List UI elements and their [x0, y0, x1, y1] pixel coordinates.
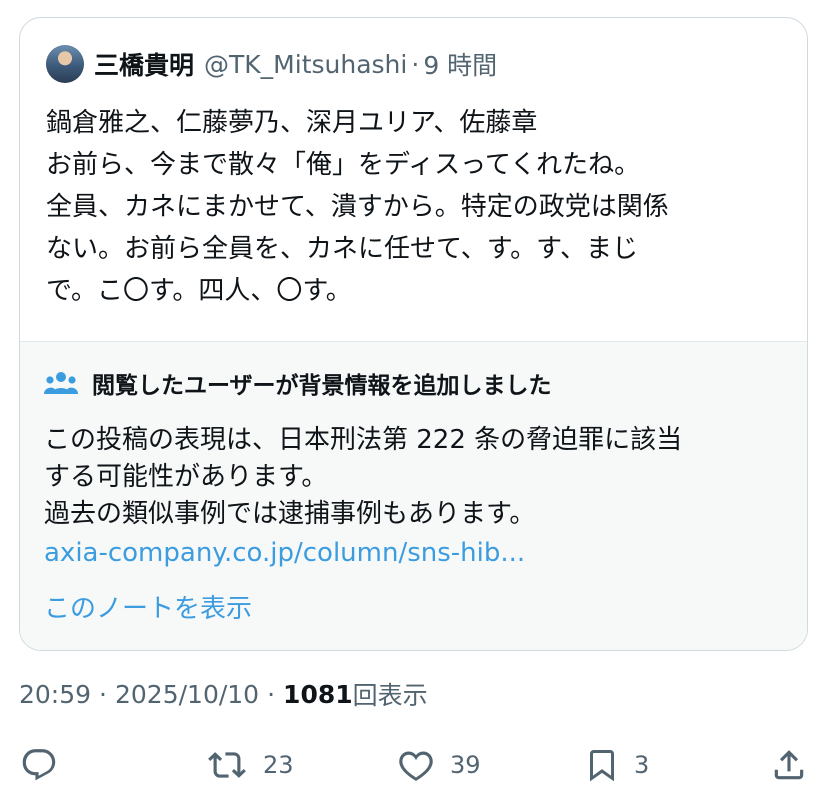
like-button[interactable]: 39 — [396, 746, 481, 784]
community-note-title: 閲覧したユーザーが背景情報を追加しました — [92, 373, 552, 399]
share-button[interactable] — [770, 746, 808, 784]
tweet-text-line: で。こ〇す。四人、〇す。 — [46, 276, 352, 306]
community-note: 閲覧したユーザーが背景情報を追加しました この投稿の表現は、日本刑法第 222 … — [20, 341, 807, 650]
quoted-tweet-card[interactable]: 三橋貴明 @TK_Mitsuhashi · 9 時間 鍋倉雅之、仁藤夢乃、深月ユ… — [19, 17, 808, 651]
author-display-name[interactable]: 三橋貴明 — [94, 46, 194, 82]
share-icon — [774, 750, 804, 780]
reply-icon — [22, 749, 56, 781]
tweet-detail: 三橋貴明 @TK_Mitsuhashi · 9 時間 鍋倉雅之、仁藤夢乃、深月ユ… — [0, 0, 828, 796]
tweet-date[interactable]: 2025/10/10 — [115, 680, 259, 709]
meta-separator: · — [99, 679, 107, 709]
quoted-tweet-header: 三橋貴明 @TK_Mitsuhashi · 9 時間 — [46, 44, 497, 84]
action-bar: 23 39 3 — [0, 740, 828, 796]
tweet-time-ago[interactable]: 9 時間 — [423, 46, 497, 82]
community-note-body: この投稿の表現は、日本刑法第 222 条の脅迫罪に該当 する可能性があります。 … — [44, 422, 789, 572]
bookmark-button[interactable]: 3 — [584, 746, 649, 784]
tweet-text-line: 鍋倉雅之、仁藤夢乃、深月ユリア、佐藤章 — [46, 108, 538, 138]
community-note-line: 過去の類似事例では逮捕事例もあります。 — [44, 499, 536, 529]
meta-separator: · — [267, 679, 276, 709]
avatar[interactable] — [46, 45, 84, 83]
bookmark-count: 3 — [634, 751, 650, 779]
header-separator: · — [411, 49, 420, 79]
bookmark-icon — [590, 750, 614, 782]
people-icon — [44, 372, 78, 394]
community-note-link[interactable]: axia-company.co.jp/column/sns-hib... — [44, 535, 789, 572]
heart-icon — [399, 751, 433, 781]
community-note-line: この投稿の表現は、日本刑法第 222 条の脅迫罪に該当 — [44, 425, 683, 455]
author-handle[interactable]: @TK_Mitsuhashi — [204, 50, 407, 79]
retweet-icon — [208, 752, 246, 778]
reply-button[interactable] — [20, 746, 58, 784]
tweet-meta: 20:59 · 2025/10/10 · 1081 回表示 — [19, 676, 428, 712]
retweet-count: 23 — [263, 751, 294, 779]
views-count: 1081 — [283, 679, 353, 709]
tweet-text-line: ない。お前ら全員を、カネに任せて、す。す、まじ — [46, 234, 639, 264]
tweet-time[interactable]: 20:59 — [19, 680, 91, 709]
show-note-link[interactable]: このノートを表示 — [44, 588, 252, 625]
community-note-header: 閲覧したユーザーが背景情報を追加しました — [44, 366, 552, 400]
tweet-text-line: 全員、カネにまかせて、潰すから。特定の政党は関係 — [46, 192, 669, 222]
retweet-button[interactable]: 23 — [205, 746, 294, 784]
tweet-text: 鍋倉雅之、仁藤夢乃、深月ユリア、佐藤章 お前ら、今まで散々「俺」をディスってくれ… — [46, 102, 791, 312]
like-count: 39 — [450, 751, 481, 779]
community-note-line: する可能性があります。 — [44, 462, 328, 492]
views-label: 回表示 — [352, 681, 428, 710]
tweet-text-line: お前ら、今まで散々「俺」をディスってくれたね。 — [46, 150, 641, 180]
